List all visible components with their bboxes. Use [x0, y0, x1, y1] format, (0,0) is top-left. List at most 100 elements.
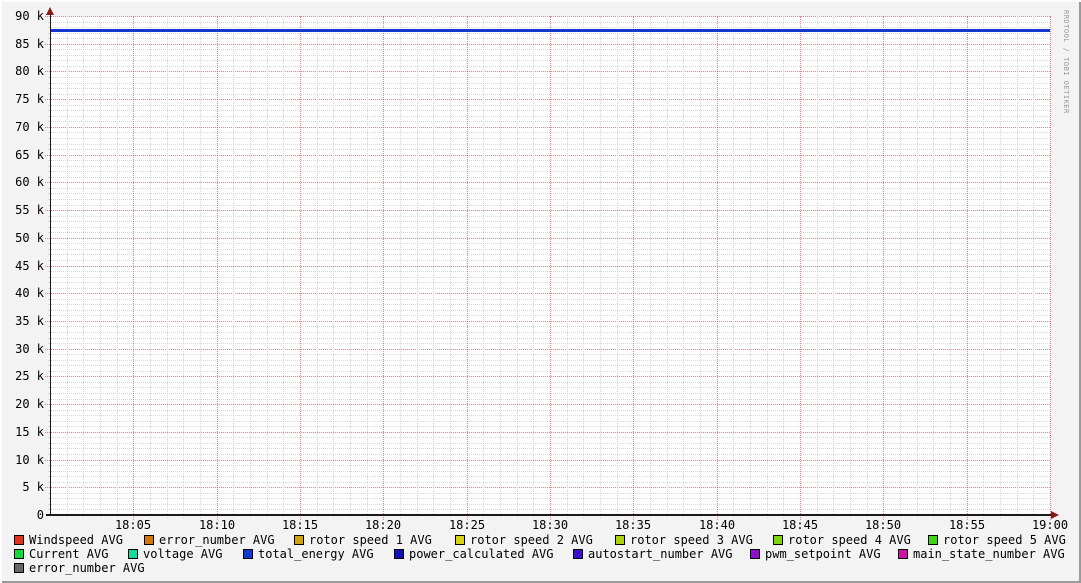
- grid-v-minor: [533, 16, 534, 518]
- grid-v-minor: [617, 16, 618, 518]
- grid-v-minor: [750, 16, 751, 518]
- grid-v-major: [467, 16, 468, 520]
- x-tick-label: 18:30: [520, 518, 580, 532]
- legend-swatch: [243, 549, 253, 559]
- x-tick-label: 18:35: [603, 518, 663, 532]
- grid-v-minor: [650, 16, 651, 518]
- legend-label: rotor speed 3 AVG: [630, 534, 753, 547]
- y-tick-label: 5 k: [2, 480, 44, 494]
- legend-label: autostart_number AVG: [588, 548, 733, 561]
- grid-v-major: [383, 16, 384, 520]
- legend-label: error_number AVG: [159, 534, 275, 547]
- grid-v-major: [717, 16, 718, 520]
- grid-v-minor: [400, 16, 401, 518]
- legend-swatch: [455, 535, 465, 545]
- grid-v-minor: [500, 16, 501, 518]
- series-line-total_energy-avg: [50, 29, 1050, 32]
- x-tick-label: 19:00: [1020, 518, 1080, 532]
- grid-v-minor: [600, 16, 601, 518]
- grid-v-minor: [250, 16, 251, 518]
- y-tick-label: 30 k: [2, 342, 44, 356]
- grid-v-minor: [867, 16, 868, 518]
- grid-v-major: [800, 16, 801, 520]
- grid-v-minor: [450, 16, 451, 518]
- grid-v-minor: [567, 16, 568, 518]
- legend-swatch: [773, 535, 783, 545]
- grid-v-minor: [783, 16, 784, 518]
- legend-swatch: [573, 549, 583, 559]
- grid-v-minor: [183, 16, 184, 518]
- x-tick-label: 18:40: [687, 518, 747, 532]
- legend-label: rotor speed 2 AVG: [470, 534, 593, 547]
- grid-v-minor: [517, 16, 518, 518]
- grid-v-minor: [350, 16, 351, 518]
- x-axis-line: [46, 514, 1056, 516]
- legend-swatch: [294, 535, 304, 545]
- x-tick-label: 18:50: [853, 518, 913, 532]
- legend-label: pwm_setpoint AVG: [765, 548, 881, 561]
- grid-v-major: [133, 16, 134, 520]
- y-tick-label: 25 k: [2, 369, 44, 383]
- legend-label: Windspeed AVG: [29, 534, 123, 547]
- grid-v-major: [1050, 16, 1051, 520]
- grid-v-minor: [367, 16, 368, 518]
- legend-swatch: [898, 549, 908, 559]
- grid-v-minor: [317, 16, 318, 518]
- grid-v-major: [883, 16, 884, 520]
- legend-label: power_calculated AVG: [409, 548, 554, 561]
- y-tick-label: 10 k: [2, 453, 44, 467]
- y-axis-arrow-icon: [46, 7, 54, 15]
- grid-v-minor: [1017, 16, 1018, 518]
- grid-v-minor: [733, 16, 734, 518]
- legend-swatch: [14, 563, 24, 573]
- y-tick-label: 35 k: [2, 314, 44, 328]
- grid-v-major: [300, 16, 301, 520]
- grid-v-minor: [150, 16, 151, 518]
- grid-v-minor: [983, 16, 984, 518]
- grid-v-minor: [100, 16, 101, 518]
- legend-label: rotor speed 4 AVG: [788, 534, 911, 547]
- grid-v-minor: [117, 16, 118, 518]
- y-tick-label: 20 k: [2, 397, 44, 411]
- x-tick-label: 18:20: [353, 518, 413, 532]
- y-tick-label: 80 k: [2, 64, 44, 78]
- grid-v-minor: [817, 16, 818, 518]
- grid-v-minor: [333, 16, 334, 518]
- legend-label: Current AVG: [29, 548, 108, 561]
- legend-swatch: [128, 549, 138, 559]
- legend-swatch: [14, 535, 24, 545]
- y-tick-label: 90 k: [2, 9, 44, 23]
- x-tick-label: 18:10: [187, 518, 247, 532]
- grid-v-major: [967, 16, 968, 520]
- grid-v-minor: [683, 16, 684, 518]
- grid-v-minor: [917, 16, 918, 518]
- y-tick-label: 45 k: [2, 259, 44, 273]
- grid-v-minor: [1000, 16, 1001, 518]
- rrdtool-graph: 05 k10 k15 k20 k25 k30 k35 k40 k45 k50 k…: [0, 0, 1081, 583]
- legend-label: error_number AVG: [29, 562, 145, 575]
- legend-label: rotor speed 1 AVG: [309, 534, 432, 547]
- grid-v-minor: [200, 16, 201, 518]
- legend-swatch: [750, 549, 760, 559]
- legend-label: rotor speed 5 AVG: [943, 534, 1066, 547]
- x-tick-label: 18:25: [437, 518, 497, 532]
- legend-label: voltage AVG: [143, 548, 222, 561]
- y-tick-label: 70 k: [2, 120, 44, 134]
- legend-swatch: [144, 535, 154, 545]
- grid-v-minor: [667, 16, 668, 518]
- y-tick-label: 85 k: [2, 37, 44, 51]
- x-tick-label: 18:55: [937, 518, 997, 532]
- grid-v-minor: [933, 16, 934, 518]
- legend-label: total_energy AVG: [258, 548, 374, 561]
- legend-label: main_state_number AVG: [913, 548, 1065, 561]
- y-tick-label: 60 k: [2, 175, 44, 189]
- grid-v-minor: [83, 16, 84, 518]
- y-tick-label: 15 k: [2, 425, 44, 439]
- grid-v-minor: [950, 16, 951, 518]
- grid-v-minor: [833, 16, 834, 518]
- grid-v-minor: [233, 16, 234, 518]
- y-tick-label: 40 k: [2, 286, 44, 300]
- grid-v-major: [633, 16, 634, 520]
- grid-v-minor: [767, 16, 768, 518]
- y-tick-label: 65 k: [2, 148, 44, 162]
